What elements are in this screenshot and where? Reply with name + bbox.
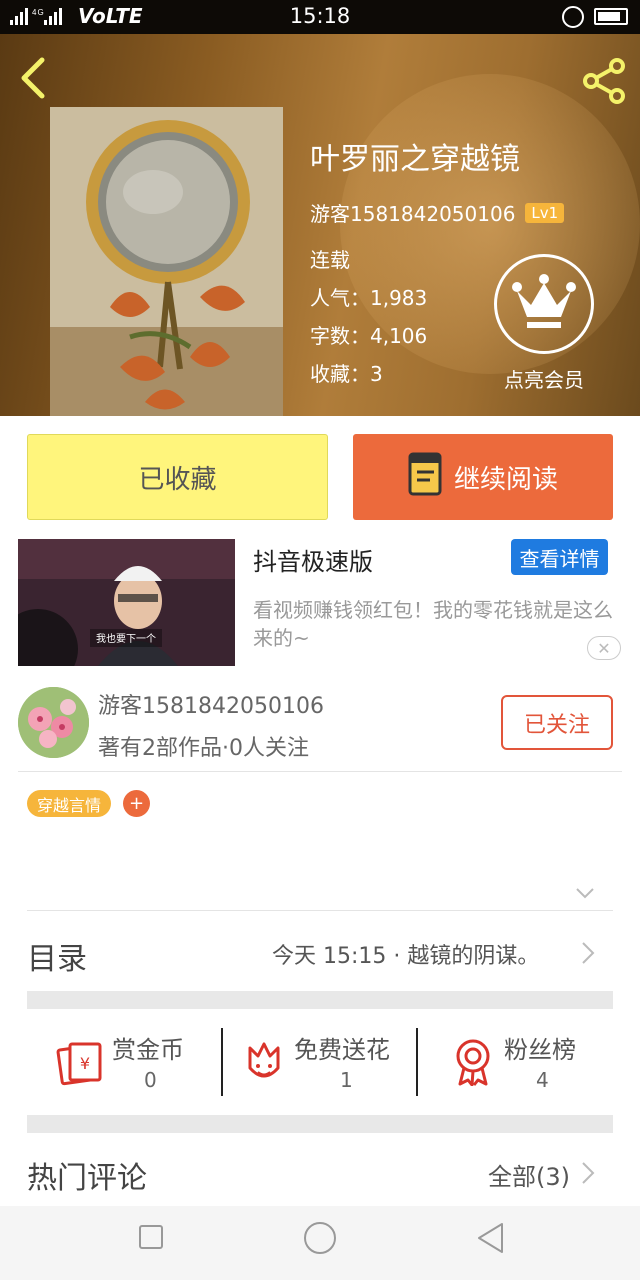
continue-reading-button[interactable]: 继续阅读 [353,434,613,520]
book-header: 叶罗丽之穿越镜 游客1581842050106 Lv1 连载 人气：1,983 … [0,34,640,416]
hot-comments-label: 热门评论 [27,1161,147,1196]
status-bar: 4G VoLTE 15:18 [0,0,640,34]
battery-icon [594,8,628,25]
chevron-right-icon[interactable] [580,940,596,970]
book-author[interactable]: 游客1581842050106 [310,198,515,227]
send-flowers[interactable]: 免费送花 1 [244,1030,404,1100]
collected-label: 已收藏 [138,464,217,495]
continue-reading-label: 继续阅读 [453,464,558,495]
divider [221,1028,223,1096]
fan-ranking[interactable]: 粉丝榜 4 [452,1030,592,1100]
section-separator [27,1115,613,1133]
back-icon[interactable] [14,56,54,100]
avatar[interactable] [18,687,89,758]
ad-description[interactable]: 看视频赚钱领红包！我的零花钱就是这么来的~ [253,596,623,652]
divider [416,1028,418,1096]
book-status: 连载 [310,248,350,272]
tag-chip[interactable]: 穿越言情 [27,790,112,817]
back-nav-icon[interactable] [476,1222,506,1258]
recent-apps-icon[interactable] [138,1224,164,1254]
rotation-lock-icon [562,6,584,28]
book-author-row: 游客1581842050106 Lv1 [310,198,565,227]
fan-ranking-value: 4 [536,1068,549,1092]
level-badge: Lv1 [525,202,565,223]
flower-icon [244,1040,284,1088]
clock: 15:18 [289,4,351,28]
reward-coins-label: 赏金币 [112,1036,184,1064]
red-envelope-icon: ¥ [56,1038,104,1090]
book-favorites: 收藏：3 [310,362,383,386]
add-tag-button[interactable]: + [123,790,150,817]
svg-text:¥: ¥ [80,1054,90,1073]
fan-ranking-label: 粉丝榜 [504,1036,576,1064]
system-nav-bar [0,1206,640,1280]
book-title: 叶罗丽之穿越镜 [310,142,520,177]
divider [27,910,613,911]
author-name[interactable]: 游客1581842050106 [98,688,324,720]
ad-title[interactable]: 抖音极速版 [253,542,373,577]
share-icon[interactable] [580,56,630,106]
author-stats: 著有2部作品·0人关注 [98,736,309,761]
ad-close-icon[interactable]: ✕ [587,636,621,660]
section-separator [27,991,613,1009]
toc-label[interactable]: 目录 [27,934,87,978]
chevron-down-icon[interactable] [575,884,595,899]
svg-text:我也要下一个: 我也要下一个 [96,632,156,645]
vip-label[interactable]: 点亮会员 [480,364,608,393]
ad-thumbnail[interactable]: 我也要下一个 [18,539,235,666]
send-flowers-label: 免费送花 [294,1036,390,1064]
crown-icon[interactable] [494,254,594,354]
follow-button[interactable]: 已关注 [501,695,613,750]
book-cover[interactable] [50,107,283,416]
book-icon [408,452,442,503]
book-popularity: 人气：1,983 [310,286,428,310]
send-flowers-value: 1 [340,1068,353,1092]
book-word-count: 字数：4,106 [310,324,428,348]
reward-coins[interactable]: ¥ 赏金币 0 [56,1030,196,1100]
medal-icon [452,1038,494,1090]
chevron-right-icon[interactable] [580,1160,596,1190]
divider [18,771,622,772]
all-comments-link[interactable]: 全部(3) [488,1157,570,1192]
collected-button[interactable]: 已收藏 [27,434,328,520]
ad-details-button[interactable]: 查看详情 [511,539,608,575]
reward-coins-value: 0 [144,1068,157,1092]
home-icon[interactable] [303,1221,337,1259]
toc-latest-chapter[interactable]: 今天 15:15 · 越镜的阴谋。 [272,938,539,970]
